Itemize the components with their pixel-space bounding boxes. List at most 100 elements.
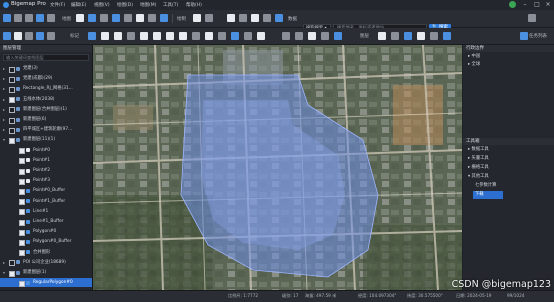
layer-checkbox[interactable] — [19, 158, 25, 165]
merge-icon[interactable] — [321, 32, 329, 40]
expand-arrow-icon[interactable]: ▸ — [3, 258, 5, 267]
layer-checkbox[interactable] — [9, 260, 15, 267]
layer-item[interactable]: Point#0_Buffer — [0, 186, 92, 195]
layer-checkbox[interactable] — [19, 239, 25, 246]
toolbox-item[interactable]: ▸ 矢量工具 — [463, 155, 554, 163]
tag-icon[interactable] — [36, 32, 44, 40]
layer-checkbox[interactable] — [19, 148, 25, 155]
layer-attr-icon[interactable] — [417, 32, 425, 40]
layer-item[interactable]: Point#1_Buffer — [0, 197, 92, 206]
toolbox-item[interactable]: ▸ 栅格工具 — [463, 164, 554, 172]
expand-arrow-icon[interactable]: ▸ — [3, 74, 5, 83]
layer-checkbox[interactable] — [9, 127, 15, 134]
layer-checkbox[interactable] — [9, 86, 15, 93]
layer-checkbox[interactable] — [9, 270, 15, 277]
edit-icon[interactable] — [47, 32, 55, 40]
layer-export-icon[interactable] — [443, 32, 451, 40]
eraser-icon[interactable] — [127, 32, 135, 40]
maximize-icon[interactable]: □ — [532, 1, 542, 9]
satellite-imagery[interactable] — [93, 45, 462, 290]
terrain-icon[interactable] — [100, 14, 108, 22]
layer-checkbox[interactable] — [19, 178, 25, 185]
layer-edit-icon[interactable] — [391, 32, 399, 40]
line-icon[interactable] — [114, 32, 122, 40]
task-list-label[interactable]: 任务列表 — [529, 33, 547, 39]
window-icon[interactable] — [160, 14, 168, 22]
pan-icon[interactable] — [25, 32, 33, 40]
star-icon[interactable] — [166, 32, 174, 40]
toolbox-item[interactable]: ▾ 其他工具 — [463, 173, 554, 181]
layer-item[interactable]: Line#1 — [0, 207, 92, 216]
layer-checkbox[interactable] — [19, 250, 25, 257]
layer-checkbox[interactable] — [9, 107, 15, 114]
rectangle-icon[interactable] — [140, 32, 148, 40]
circle-icon[interactable] — [179, 32, 187, 40]
layer-item[interactable]: ▾ 新建图层(1) — [0, 268, 92, 277]
window-split-icon[interactable] — [528, 14, 536, 22]
new-file-icon[interactable] — [3, 14, 11, 22]
ellipse-icon[interactable] — [205, 32, 213, 40]
layer-checkbox[interactable] — [9, 117, 15, 124]
map-view[interactable] — [93, 45, 462, 290]
layer-add-icon[interactable] — [378, 32, 386, 40]
layer-checkbox[interactable] — [9, 76, 15, 83]
layer-item[interactable]: 合并图形 — [0, 248, 92, 257]
layer-checkbox[interactable] — [19, 199, 25, 206]
close-icon[interactable]: × — [543, 1, 553, 9]
sector-icon[interactable] — [192, 32, 200, 40]
arc-icon[interactable] — [218, 32, 226, 40]
menu-view[interactable]: 视图(V) — [94, 2, 110, 8]
text-icon[interactable] — [231, 32, 239, 40]
curve-icon[interactable] — [244, 32, 252, 40]
menu-file[interactable]: 文件(F) — [50, 2, 65, 8]
fullscreen-icon[interactable] — [148, 14, 156, 22]
layer-checkbox[interactable] — [9, 66, 15, 73]
pointer-icon[interactable] — [14, 32, 22, 40]
layer-item[interactable]: ▸ 党建(成都)(29) — [0, 74, 92, 83]
layer-item[interactable]: ▸ 五线水体(2038) — [0, 95, 92, 104]
layer-checkbox[interactable] — [19, 219, 25, 226]
settings-icon[interactable] — [25, 14, 33, 22]
layer-item[interactable]: ▸ 党建(3) — [0, 64, 92, 73]
layer-item[interactable]: Point#2 — [0, 166, 92, 175]
globe-icon[interactable] — [227, 14, 235, 22]
overlay-icon[interactable] — [124, 14, 132, 22]
expand-arrow-icon[interactable]: ▾ — [3, 268, 5, 277]
layer-checkbox[interactable] — [9, 137, 15, 144]
layer-checkbox[interactable] — [19, 229, 25, 236]
satellite-icon[interactable] — [112, 14, 120, 22]
layer-item[interactable]: RegularPolygon#0 — [0, 278, 92, 288]
marker-icon[interactable] — [88, 32, 96, 40]
layer-item[interactable]: Line#1_Buffer — [0, 217, 92, 226]
minimize-icon[interactable]: – — [520, 1, 530, 9]
menu-map[interactable]: 地图(M) — [140, 2, 156, 8]
toolbox-item[interactable]: 下载 — [473, 191, 503, 199]
draw-grid-icon[interactable] — [193, 14, 201, 22]
measure-icon[interactable] — [239, 14, 247, 22]
layer-item[interactable]: Point#1 — [0, 156, 92, 165]
open-icon[interactable] — [14, 14, 22, 22]
layer-item[interactable]: Point#3 — [0, 176, 92, 185]
export-icon[interactable] — [47, 14, 55, 22]
layer-checkbox[interactable] — [19, 188, 25, 195]
menu-help[interactable]: 帮助(H) — [186, 2, 202, 8]
expand-arrow-icon[interactable]: ▸ — [3, 64, 5, 73]
polyline-icon[interactable] — [101, 32, 109, 40]
basemap-icon[interactable] — [76, 14, 84, 22]
split-icon[interactable] — [334, 32, 342, 40]
select-arrow-icon[interactable] — [3, 32, 11, 40]
expand-arrow-icon[interactable]: ▸ — [3, 125, 5, 134]
layer-item[interactable]: ▸ 新建图层(6) — [0, 115, 92, 124]
redo-icon[interactable] — [295, 32, 303, 40]
expand-arrow-icon[interactable]: ▸ — [3, 95, 5, 104]
zoom-fit-icon[interactable] — [136, 14, 144, 22]
brush-icon[interactable] — [275, 14, 283, 22]
menu-tools[interactable]: 工具(T) — [163, 2, 178, 8]
layer-item[interactable]: ▸ 新建图层(合并图层)(1) — [0, 105, 92, 114]
menu-draw[interactable]: 绘图(D) — [117, 2, 133, 8]
layer-query-icon[interactable] — [430, 32, 438, 40]
layer-checkbox[interactable] — [19, 168, 25, 175]
menu-edit[interactable]: 编辑(E) — [71, 2, 86, 8]
cut-icon[interactable] — [308, 32, 316, 40]
toolbox-item[interactable]: ▸ 数据工具 — [463, 146, 554, 154]
